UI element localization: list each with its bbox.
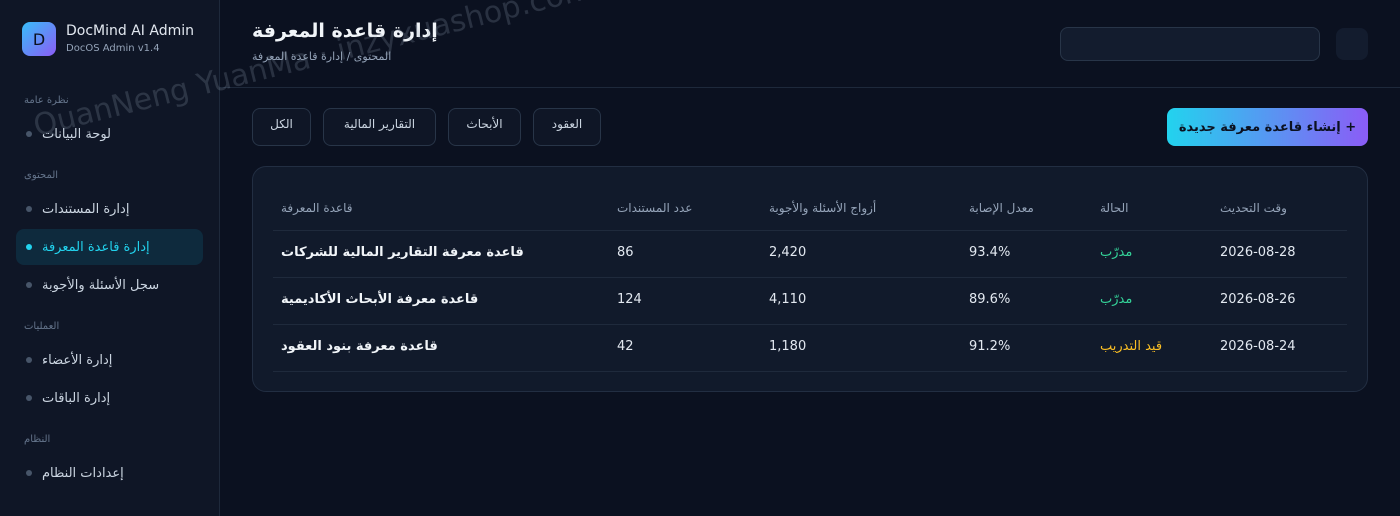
- hit-rate: 89.6%: [969, 292, 1011, 307]
- updated-date: 2026-08-24: [1220, 339, 1296, 354]
- knowledge-base-table: قاعدة المعرفة عدد المستندات أزواج الأسئل…: [252, 166, 1368, 392]
- nav-section-operations: العمليات: [24, 321, 60, 332]
- nav-section-overview: نظرة عامة: [24, 95, 69, 106]
- column-header-hit-rate[interactable]: معدل الإصابة: [969, 201, 1034, 215]
- nav-section-content: المحتوى: [24, 170, 59, 181]
- nav-section-system: النظام: [24, 434, 51, 445]
- create-knowledge-base-button[interactable]: إنشاء قاعدة معرفة جديدة +: [1167, 108, 1368, 146]
- sidebar-item-label: إدارة الأعضاء: [42, 352, 113, 368]
- updated-date: 2026-08-28: [1220, 245, 1296, 260]
- sidebar-item-members[interactable]: إدارة الأعضاء: [16, 342, 203, 378]
- sidebar-item-label: إدارة المستندات: [42, 201, 130, 217]
- header: إدارة قاعدة المعرفة المحتوى / إدارة قاعد…: [220, 0, 1400, 88]
- column-header-knowledge-base[interactable]: قاعدة المعرفة: [281, 201, 352, 215]
- qa-count: 1,180: [769, 339, 807, 354]
- breadcrumb: المحتوى / إدارة قاعدة المعرفة: [252, 50, 392, 63]
- updated-date: 2026-08-26: [1220, 292, 1296, 307]
- sidebar-item-label: لوحة البيانات: [42, 126, 112, 142]
- bullet-icon: [26, 282, 32, 288]
- sidebar-item-settings[interactable]: إعدادات النظام: [16, 455, 203, 491]
- bullet-icon: [26, 357, 32, 363]
- divider: [273, 371, 1347, 372]
- brand-logo: D: [22, 22, 56, 56]
- sidebar-item-label: إدارة قاعدة المعرفة: [42, 239, 150, 255]
- column-header-status[interactable]: الحالة: [1100, 201, 1128, 215]
- bullet-icon: [26, 470, 32, 476]
- filter-financial-reports[interactable]: التقارير المالية: [323, 108, 436, 146]
- bullet-icon: [26, 206, 32, 212]
- divider: [273, 277, 1347, 278]
- doc-count: 124: [617, 292, 642, 307]
- bullet-icon: [26, 244, 32, 250]
- bullet-icon: [26, 131, 32, 137]
- divider: [273, 324, 1347, 325]
- page-title: إدارة قاعدة المعرفة: [252, 20, 438, 42]
- sidebar-item-label: إدارة الباقات: [42, 390, 111, 406]
- sidebar-item-dashboard[interactable]: لوحة البيانات: [16, 116, 203, 152]
- column-header-qa-pairs[interactable]: أزواج الأسئلة والأجوبة: [769, 201, 876, 215]
- sidebar-item-label: سجل الأسئلة والأجوبة: [42, 277, 160, 293]
- brand-subtitle: DocOS Admin v1.4: [66, 43, 160, 54]
- doc-count: 86: [617, 245, 634, 260]
- doc-count: 42: [617, 339, 634, 354]
- hit-rate: 91.2%: [969, 339, 1011, 354]
- header-action-button[interactable]: [1336, 28, 1368, 60]
- brand[interactable]: D DocMind AI Admin DocOS Admin v1.4: [22, 22, 194, 56]
- sidebar-item-knowledge-base[interactable]: إدارة قاعدة المعرفة: [16, 229, 203, 265]
- status-badge: مدرّب: [1100, 292, 1133, 307]
- brand-name: DocMind AI Admin: [66, 23, 194, 39]
- filter-all[interactable]: الكل: [252, 108, 311, 146]
- bullet-icon: [26, 395, 32, 401]
- search-input[interactable]: [1060, 27, 1320, 61]
- qa-count: 2,420: [769, 245, 807, 260]
- divider: [273, 230, 1347, 231]
- sidebar-item-documents[interactable]: إدارة المستندات: [16, 191, 203, 227]
- hit-rate: 93.4%: [969, 245, 1011, 260]
- sidebar: D DocMind AI Admin DocOS Admin v1.4 نظرة…: [0, 0, 220, 516]
- sidebar-item-plans[interactable]: إدارة الباقات: [16, 380, 203, 416]
- sidebar-item-label: إعدادات النظام: [42, 465, 124, 481]
- column-header-doc-count[interactable]: عدد المستندات: [617, 201, 692, 215]
- kb-name[interactable]: قاعدة معرفة الأبحاث الأكاديمية: [281, 292, 478, 307]
- qa-count: 4,110: [769, 292, 807, 307]
- kb-name[interactable]: قاعدة معرفة بنود العقود: [281, 339, 438, 354]
- filter-contracts[interactable]: العقود: [533, 108, 601, 146]
- filter-research[interactable]: الأبحاث: [448, 108, 521, 146]
- sidebar-item-qa-log[interactable]: سجل الأسئلة والأجوبة: [16, 267, 203, 303]
- status-badge: مدرّب: [1100, 245, 1133, 260]
- kb-name[interactable]: قاعدة معرفة التقارير المالية للشركات: [281, 245, 524, 260]
- status-badge: قيد التدريب: [1100, 339, 1163, 354]
- column-header-updated[interactable]: وقت التحديث: [1220, 201, 1287, 215]
